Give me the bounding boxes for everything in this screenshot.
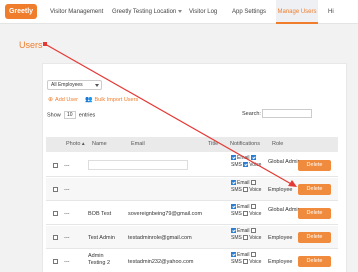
annotation-line xyxy=(44,43,294,186)
annotation-arrow xyxy=(43,42,297,187)
